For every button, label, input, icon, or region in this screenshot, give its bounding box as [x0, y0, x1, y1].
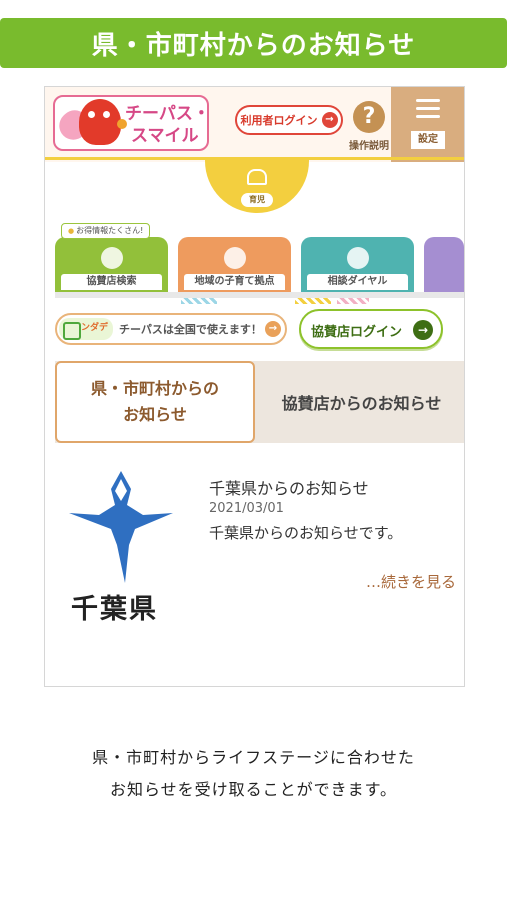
- category-shop-search[interactable]: 協賛店検索: [55, 237, 168, 292]
- tab-shop-notices[interactable]: 協賛店からのお知らせ: [259, 361, 464, 443]
- category-childcare-hub[interactable]: 地域の子育て拠点: [178, 237, 291, 292]
- read-more-link[interactable]: …続きを見る: [366, 571, 456, 592]
- category-scrollbar[interactable]: [55, 292, 464, 298]
- feature-description: 県・市町村からライフステージに合わせた お知らせを受け取ることができます。: [0, 742, 507, 806]
- logo-text-line2: スマイル: [131, 126, 199, 146]
- user-login-label: 利用者ログイン: [240, 114, 318, 127]
- phone-screen: チーパス・ スマイル 利用者ログイン → ? 操作説明 設定 育児 協賛店検索 …: [44, 86, 465, 687]
- menu-icon: [416, 99, 440, 118]
- category-more[interactable]: [424, 237, 464, 292]
- news-body: 千葉県からのお知らせです。: [209, 524, 403, 542]
- category-consult-dial[interactable]: 相談ダイヤル: [301, 237, 414, 292]
- tab-municipal-label: 県・市町村からの お知らせ: [90, 379, 219, 424]
- description-line2: お知らせを受け取ることができます。: [109, 780, 398, 799]
- category-label: 相談ダイヤル: [307, 274, 408, 290]
- category-label: 協賛店検索: [61, 274, 162, 290]
- ikuji-tab[interactable]: 育児: [205, 157, 309, 213]
- pass-mini-text: ンダデ: [81, 323, 109, 333]
- description-line1: 県・市町村からライフステージに合わせた: [92, 748, 415, 767]
- arrow-right-icon: →: [413, 320, 433, 340]
- stripe-decoration: [337, 298, 369, 304]
- user-login-button[interactable]: 利用者ログイン →: [235, 105, 343, 135]
- stripe-decoration: [181, 298, 217, 304]
- mascot-icon: [79, 99, 121, 145]
- settings-label: 設定: [411, 131, 445, 149]
- section-banner: 県・市町村からのお知らせ: [0, 18, 507, 68]
- section-banner-title: 県・市町村からのお知らせ: [91, 30, 416, 61]
- settings-button[interactable]: 設定: [391, 87, 464, 162]
- shop-login-button[interactable]: 協賛店ログイン →: [299, 309, 443, 349]
- app-logo[interactable]: チーパス・ スマイル: [53, 95, 210, 151]
- category-label: 地域の子育て拠点: [184, 274, 285, 290]
- chiba-emblem-icon: [69, 471, 173, 583]
- nationwide-pass-banner[interactable]: ンダデ チーパスは全国で使えます！ →: [55, 313, 287, 345]
- app-header: チーパス・ スマイル 利用者ログイン → ? 操作説明 設定: [45, 87, 464, 162]
- arrow-right-icon: →: [265, 321, 281, 337]
- pass-banner-label: チーパスは全国で使えます！: [119, 323, 262, 336]
- tab-shop-label: 協賛店からのお知らせ: [281, 394, 442, 413]
- ikuji-label: 育児: [241, 193, 273, 207]
- stroller-icon: [247, 169, 267, 185]
- stripe-decoration: [295, 298, 331, 304]
- tab-municipal-notices[interactable]: 県・市町村からの お知らせ: [55, 361, 255, 443]
- help-label: 操作説明: [349, 141, 389, 152]
- bottle-icon: [223, 247, 246, 269]
- news-title[interactable]: 千葉県からのお知らせ: [209, 475, 369, 499]
- shop-icon: [100, 247, 123, 269]
- news-date: 2021/03/01: [209, 501, 284, 516]
- question-icon: ?: [353, 101, 385, 133]
- emblem-label: 千葉県: [71, 594, 158, 625]
- deals-badge: お得情報たくさん!: [61, 223, 151, 239]
- shop-login-label: 協賛店ログイン: [311, 325, 403, 340]
- phone-icon: [346, 247, 369, 269]
- arrow-right-icon: →: [321, 112, 338, 128]
- help-button[interactable]: ? 操作説明: [347, 101, 391, 157]
- page: 県・市町村からのお知らせ チーパス・ スマイル 利用者ログイン → ? 操作説明…: [0, 0, 507, 900]
